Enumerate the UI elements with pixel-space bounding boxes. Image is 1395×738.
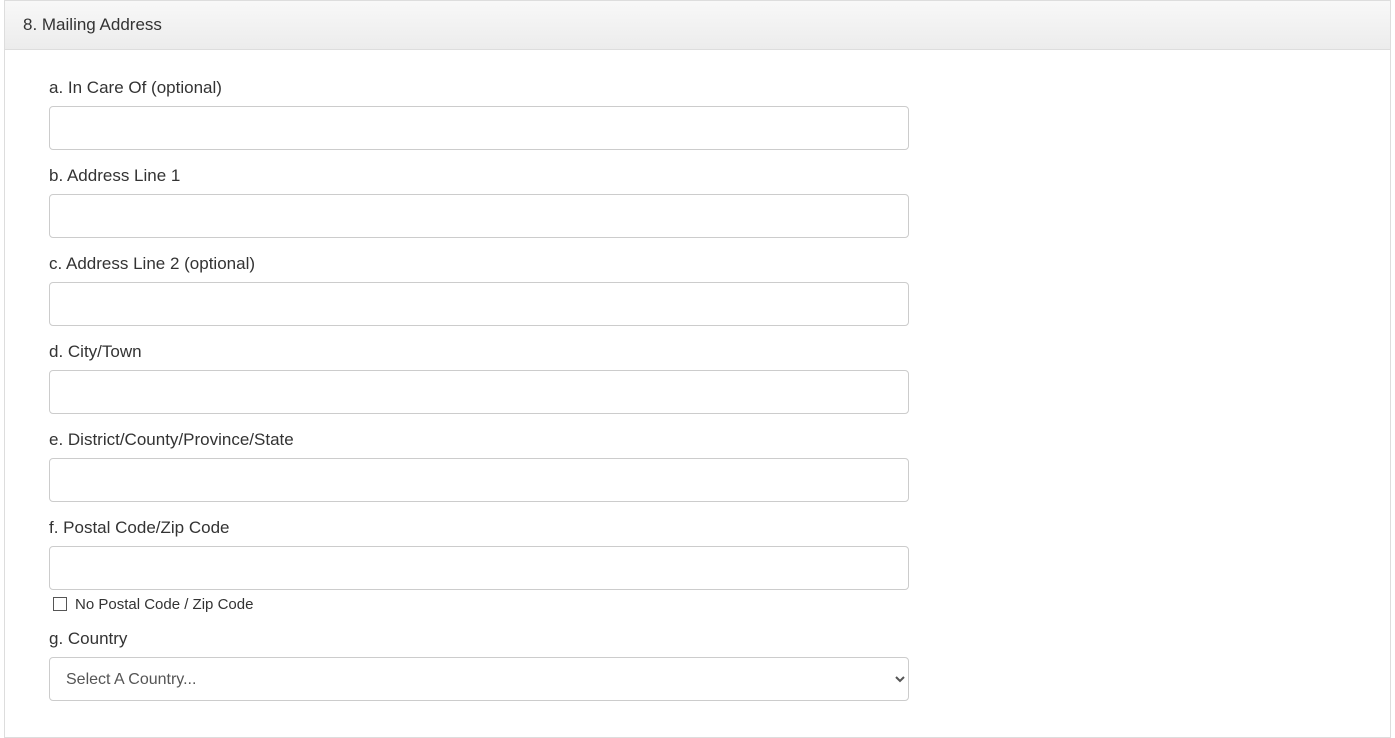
no-postal-code-row: No Postal Code / Zip Code bbox=[49, 596, 909, 613]
country-select[interactable]: Select A Country... bbox=[49, 657, 909, 701]
city-town-input[interactable] bbox=[49, 370, 909, 414]
country-label: g. Country bbox=[49, 629, 909, 649]
in-care-of-input[interactable] bbox=[49, 106, 909, 150]
address-line-2-label: c. Address Line 2 (optional) bbox=[49, 254, 909, 274]
postal-code-group: f. Postal Code/Zip Code No Postal Code /… bbox=[49, 518, 909, 613]
district-input[interactable] bbox=[49, 458, 909, 502]
address-line-2-input[interactable] bbox=[49, 282, 909, 326]
section-title: 8. Mailing Address bbox=[23, 15, 162, 34]
postal-code-input[interactable] bbox=[49, 546, 909, 590]
section-body: a. In Care Of (optional) b. Address Line… bbox=[5, 50, 1390, 737]
city-town-group: d. City/Town bbox=[49, 342, 909, 414]
mailing-address-section: 8. Mailing Address a. In Care Of (option… bbox=[4, 0, 1391, 738]
address-line-2-group: c. Address Line 2 (optional) bbox=[49, 254, 909, 326]
in-care-of-group: a. In Care Of (optional) bbox=[49, 78, 909, 150]
address-line-1-label: b. Address Line 1 bbox=[49, 166, 909, 186]
address-line-1-group: b. Address Line 1 bbox=[49, 166, 909, 238]
in-care-of-label: a. In Care Of (optional) bbox=[49, 78, 909, 98]
city-town-label: d. City/Town bbox=[49, 342, 909, 362]
district-label: e. District/County/Province/State bbox=[49, 430, 909, 450]
district-group: e. District/County/Province/State bbox=[49, 430, 909, 502]
postal-code-label: f. Postal Code/Zip Code bbox=[49, 518, 909, 538]
section-header: 8. Mailing Address bbox=[5, 0, 1390, 50]
country-group: g. Country Select A Country... bbox=[49, 629, 909, 701]
address-line-1-input[interactable] bbox=[49, 194, 909, 238]
no-postal-code-label: No Postal Code / Zip Code bbox=[75, 596, 253, 613]
no-postal-code-checkbox[interactable] bbox=[53, 597, 67, 611]
